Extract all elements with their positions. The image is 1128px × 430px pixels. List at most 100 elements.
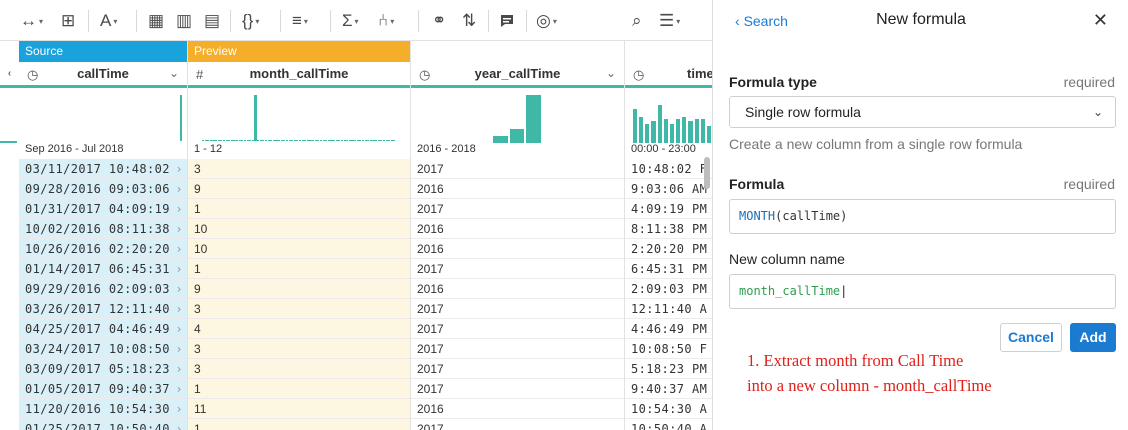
comment-icon[interactable] xyxy=(499,9,515,33)
table-cell[interactable]: 1 xyxy=(188,379,410,399)
table-cell[interactable]: 4:09:19 PM xyxy=(625,199,712,219)
table-cell[interactable]: 03/09/2017 05:18:23 › xyxy=(19,359,187,379)
merge-icon[interactable]: ⑃ ▾ xyxy=(378,9,394,33)
table-cell[interactable]: 3 xyxy=(188,339,410,359)
table-cell[interactable]: 2017 xyxy=(411,259,624,279)
formula-input[interactable]: MONTH(callTime) xyxy=(729,199,1116,234)
formula-braces-icon[interactable]: {} ▾ xyxy=(242,9,259,33)
chevron-right-icon[interactable]: › xyxy=(175,419,183,430)
table-cell[interactable]: 6:45:31 PM xyxy=(625,259,712,279)
table-cell[interactable]: 9 xyxy=(188,279,410,299)
add-button[interactable]: Add xyxy=(1070,323,1116,352)
close-icon[interactable]: ✕ xyxy=(1093,10,1108,31)
cancel-button[interactable]: Cancel xyxy=(1000,323,1062,352)
table-edit-icon[interactable]: ▤ xyxy=(204,9,220,33)
sort-icon[interactable]: ⇅ xyxy=(462,9,476,33)
chevron-right-icon[interactable]: › xyxy=(175,319,183,338)
chevron-down-icon[interactable]: ⌄ xyxy=(169,66,179,80)
table-cell[interactable]: 2016 xyxy=(411,239,624,259)
table-cell[interactable]: 10/26/2016 02:20:20 › xyxy=(19,239,187,259)
column-move-icon[interactable]: ↔ ▾ xyxy=(20,9,43,33)
chevron-right-icon[interactable]: › xyxy=(175,379,183,398)
chevron-right-icon[interactable]: › xyxy=(175,279,183,298)
table-cell[interactable]: 8:11:38 PM xyxy=(625,219,712,239)
table-cell[interactable]: 04/25/2017 04:46:49 › xyxy=(19,319,187,339)
chevron-right-icon[interactable]: › xyxy=(175,199,183,218)
table-cell[interactable]: 2017 xyxy=(411,159,624,179)
table-cell[interactable]: 4 xyxy=(188,319,410,339)
table-cell[interactable]: 2017 xyxy=(411,379,624,399)
table-cell[interactable]: 2017 xyxy=(411,319,624,339)
table-cell[interactable]: 10 xyxy=(188,239,410,259)
formula-type-select[interactable]: Single row formula ⌄ xyxy=(729,96,1116,128)
search-column-icon[interactable]: ⌕ xyxy=(632,9,642,33)
table-cell[interactable]: 01/14/2017 06:45:31 › xyxy=(19,259,187,279)
table-cell[interactable]: 10:48:02 F xyxy=(625,159,712,179)
table-cell[interactable]: 10:50:40 A xyxy=(625,419,712,430)
text-format-icon[interactable]: A ▾ xyxy=(100,9,117,33)
table-select-icon[interactable]: ▥ xyxy=(176,9,192,33)
table-cell[interactable]: 5:18:23 PM xyxy=(625,359,712,379)
chevron-right-icon[interactable]: › xyxy=(175,299,183,318)
table-cell[interactable]: 3 xyxy=(188,359,410,379)
table-cell[interactable]: 10:54:30 A xyxy=(625,399,712,419)
filter-icon[interactable]: ≡ ▾ xyxy=(292,9,308,33)
table-cell[interactable]: 2016 xyxy=(411,399,624,419)
table-cell[interactable]: 10/02/2016 08:11:38 › xyxy=(19,219,187,239)
column-header-time[interactable]: ◷ time xyxy=(625,62,712,88)
chevron-right-icon[interactable]: › xyxy=(175,159,183,178)
sigma-icon[interactable]: Σ ▾ xyxy=(342,9,359,33)
chevron-right-icon[interactable]: › xyxy=(175,179,183,198)
column-header-callTime[interactable]: ◷ callTime ⌄ xyxy=(19,62,187,88)
chevron-down-icon[interactable]: ⌄ xyxy=(606,66,616,80)
table-cell[interactable]: 2017 xyxy=(411,339,624,359)
table-cell[interactable]: 12:11:40 A xyxy=(625,299,712,319)
table-fill-icon[interactable]: ▦ xyxy=(148,9,164,33)
table-cell[interactable]: 3 xyxy=(188,159,410,179)
table-cell[interactable]: 11 xyxy=(188,399,410,419)
table-cell[interactable]: 2017 xyxy=(411,359,624,379)
chevron-right-icon[interactable]: › xyxy=(175,259,183,278)
table-cell[interactable]: 2017 xyxy=(411,199,624,219)
table-cell[interactable]: 9:40:37 AM xyxy=(625,379,712,399)
split-column-icon[interactable]: ⊞ xyxy=(61,9,75,33)
table-cell[interactable]: 09/28/2016 09:03:06 › xyxy=(19,179,187,199)
table-cell[interactable]: 1 xyxy=(188,199,410,219)
table-cell[interactable]: 2017 xyxy=(411,299,624,319)
table-cell[interactable]: 09/29/2016 02:09:03 › xyxy=(19,279,187,299)
chevron-right-icon[interactable]: › xyxy=(175,339,183,358)
table-cell[interactable]: 2016 xyxy=(411,179,624,199)
table-cell[interactable]: 03/24/2017 10:08:50 › xyxy=(19,339,187,359)
chevron-right-icon[interactable]: › xyxy=(175,219,183,238)
table-cell[interactable]: 2:09:03 PM xyxy=(625,279,712,299)
table-cell[interactable]: 2017 xyxy=(411,419,624,430)
table-cell[interactable]: 11/20/2016 10:54:30 › xyxy=(19,399,187,419)
column-header-year_callTime[interactable]: ◷ year_callTime ⌄ xyxy=(411,62,624,88)
table-cell[interactable]: 01/25/2017 10:50:40 › xyxy=(19,419,187,430)
table-cell[interactable]: 03/26/2017 12:11:40 › xyxy=(19,299,187,319)
table-cell[interactable]: 2016 xyxy=(411,219,624,239)
column-header-month_callTime[interactable]: # month_callTime xyxy=(188,62,410,88)
chevron-right-icon[interactable]: › xyxy=(175,359,183,378)
table-cell[interactable]: 2016 xyxy=(411,279,624,299)
vertical-scrollbar[interactable] xyxy=(704,157,710,189)
table-cell[interactable]: 4:46:49 PM xyxy=(625,319,712,339)
chevron-right-icon[interactable]: › xyxy=(175,399,183,418)
table-cell[interactable]: 9 xyxy=(188,179,410,199)
target-icon[interactable]: ◎ ▾ xyxy=(536,9,557,33)
table-cell[interactable]: 3 xyxy=(188,299,410,319)
table-cell[interactable]: 10:08:50 F xyxy=(625,339,712,359)
table-cell[interactable]: 10 xyxy=(188,219,410,239)
table-cell[interactable]: 2:20:20 PM xyxy=(625,239,712,259)
table-cell[interactable]: 9:03:06 AM xyxy=(625,179,712,199)
chevron-right-icon[interactable]: › xyxy=(175,239,183,258)
column-divider xyxy=(410,41,411,430)
table-cell[interactable]: 1 xyxy=(188,259,410,279)
table-cell[interactable]: 1 xyxy=(188,419,410,430)
table-cell[interactable]: 01/05/2017 09:40:37 › xyxy=(19,379,187,399)
new-column-name-input[interactable]: month_callTime| xyxy=(729,274,1116,309)
table-cell[interactable]: 03/11/2017 10:48:02 › xyxy=(19,159,187,179)
join-icon[interactable]: ⚭ xyxy=(432,9,446,33)
settings-sliders-icon[interactable]: ☰ ▾ xyxy=(659,9,680,33)
table-cell[interactable]: 01/31/2017 04:09:19 › xyxy=(19,199,187,219)
